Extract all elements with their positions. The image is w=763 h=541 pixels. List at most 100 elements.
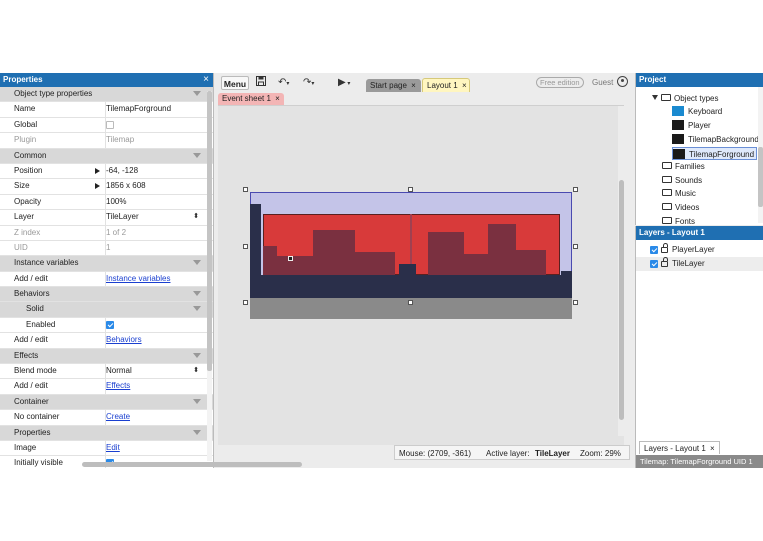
property-value[interactable]: 1 of 2 (105, 225, 203, 240)
property-row[interactable]: Global (0, 117, 213, 134)
resize-handle[interactable] (243, 187, 248, 192)
free-edition-badge[interactable]: Free edition (536, 77, 584, 88)
project-folder-item[interactable]: Sounds (662, 174, 702, 187)
tab-layers-layout-1[interactable]: Layers - Layout 1 × (639, 441, 720, 454)
project-folder-item[interactable]: Music (662, 187, 696, 200)
canvas-vertical-scrollbar[interactable] (618, 106, 624, 436)
property-value[interactable]: Create (105, 410, 203, 425)
property-row[interactable]: Add / edit Behaviors (0, 333, 213, 349)
subsection-header[interactable]: Solid (0, 302, 213, 318)
property-value[interactable] (105, 317, 203, 333)
undo-icon[interactable]: ↶▾ (278, 76, 289, 90)
collapse-icon[interactable] (193, 352, 201, 358)
layer-visible-checkbox[interactable] (650, 260, 658, 268)
play-icon[interactable]: ▶ ▾ (338, 76, 350, 90)
collapse-icon[interactable] (193, 260, 201, 266)
project-object-item[interactable]: Player (672, 119, 711, 132)
project-scroll-thumb[interactable] (758, 147, 763, 207)
property-row[interactable]: Add / edit Instance variables (0, 271, 213, 288)
canvas-vertical-scroll-thumb[interactable] (619, 180, 624, 420)
checkbox-checked[interactable] (106, 320, 114, 329)
resize-handle[interactable] (573, 244, 578, 249)
close-icon[interactable]: × (411, 81, 416, 90)
property-value[interactable]: Tilemap (105, 133, 203, 148)
project-object-item[interactable]: TilemapForground (672, 147, 758, 160)
menu-button[interactable]: Menu (221, 76, 249, 90)
expand-icon[interactable] (95, 183, 100, 190)
properties-scrollbar[interactable] (207, 91, 212, 461)
save-icon[interactable] (256, 76, 266, 90)
section-header[interactable]: Object type properties (0, 87, 213, 103)
property-value[interactable] (105, 117, 203, 133)
dropdown-icon[interactable]: ⬍ (193, 210, 199, 224)
canvas-horizontal-scrollbar[interactable] (82, 462, 302, 467)
project-folder-item[interactable]: Videos (662, 201, 699, 214)
section-header[interactable]: Common (0, 148, 213, 164)
property-row[interactable]: No container Create (0, 410, 213, 426)
property-row[interactable]: Layer TileLayer ⬍ (0, 210, 213, 226)
project-object-item[interactable]: TilemapBackground (672, 133, 759, 146)
property-value[interactable]: 1 (105, 240, 203, 256)
redo-icon[interactable]: ↷▾ (303, 76, 314, 90)
property-row[interactable]: Add / edit Effects (0, 379, 213, 395)
expand-icon[interactable] (95, 167, 100, 174)
collapse-icon[interactable] (193, 91, 201, 96)
property-row[interactable]: Enabled (0, 317, 213, 334)
property-value[interactable]: Edit (105, 440, 203, 456)
lock-icon[interactable] (661, 243, 668, 253)
close-icon[interactable]: × (275, 94, 280, 103)
user-icon[interactable] (617, 76, 628, 87)
property-value[interactable]: -64, -128 (95, 163, 203, 179)
layer-visible-checkbox[interactable] (650, 246, 658, 254)
dropdown-icon[interactable]: ⬍ (193, 364, 199, 378)
tilemap-foreground-ground[interactable] (250, 275, 572, 298)
section-header[interactable]: Behaviors (0, 287, 213, 303)
property-value[interactable]: TilemapForground (105, 102, 203, 117)
tree-object-types[interactable]: Object types (652, 92, 718, 105)
lock-icon[interactable] (661, 257, 668, 267)
property-row[interactable]: Z index 1 of 2 (0, 225, 213, 241)
chevron-down-icon[interactable] (652, 95, 658, 101)
property-value[interactable]: TileLayer ⬍ (105, 210, 203, 225)
property-value[interactable]: Instance variables (105, 271, 203, 287)
property-row[interactable]: Size 1856 x 608 (0, 179, 213, 195)
close-icon[interactable]: × (462, 81, 467, 90)
layout-canvas[interactable] (218, 105, 624, 445)
property-value[interactable]: Behaviors (105, 333, 203, 348)
tab-start-page[interactable]: Start page × (366, 79, 421, 92)
section-header[interactable]: Container (0, 394, 213, 411)
project-folder-item[interactable]: Families (662, 160, 705, 173)
property-link[interactable]: Edit (106, 443, 120, 452)
tilemap-foreground-block[interactable] (399, 264, 416, 276)
section-header[interactable]: Properties (0, 425, 213, 441)
property-link[interactable]: Effects (106, 381, 130, 390)
properties-scroll-thumb[interactable] (207, 91, 212, 371)
property-row[interactable]: Blend mode Normal ⬍ (0, 364, 213, 380)
tab-layout-1[interactable]: Layout 1 × (422, 78, 470, 92)
resize-handle[interactable] (408, 187, 413, 192)
property-value[interactable]: Normal ⬍ (105, 364, 203, 379)
layer-row[interactable]: PlayerLayer (636, 243, 763, 257)
property-value[interactable]: 1856 x 608 (95, 179, 203, 194)
property-value[interactable]: 100% (105, 194, 203, 210)
collapse-icon[interactable] (193, 152, 201, 158)
tilemap-foreground-block[interactable] (561, 271, 572, 276)
section-header[interactable]: Effects (0, 348, 213, 365)
player-sprite[interactable] (288, 256, 293, 261)
property-row[interactable]: Plugin Tilemap (0, 133, 213, 149)
project-scrollbar[interactable] (758, 87, 763, 223)
layer-row[interactable]: TileLayer (636, 257, 763, 271)
resize-handle[interactable] (573, 187, 578, 192)
resize-handle[interactable] (243, 244, 248, 249)
property-row[interactable]: UID 1 (0, 240, 213, 257)
close-icon[interactable]: × (710, 444, 715, 453)
checkbox-unchecked[interactable] (106, 120, 114, 129)
project-object-item[interactable]: Keyboard (672, 105, 722, 118)
project-folder-item[interactable]: Fonts (662, 215, 695, 225)
property-row[interactable]: Image Edit (0, 440, 213, 457)
resize-handle[interactable] (573, 300, 578, 305)
property-row[interactable]: Name TilemapForground (0, 102, 213, 118)
property-row[interactable]: Position -64, -128 (0, 163, 213, 180)
property-link[interactable]: Instance variables (106, 274, 170, 283)
collapse-icon[interactable] (193, 398, 201, 404)
